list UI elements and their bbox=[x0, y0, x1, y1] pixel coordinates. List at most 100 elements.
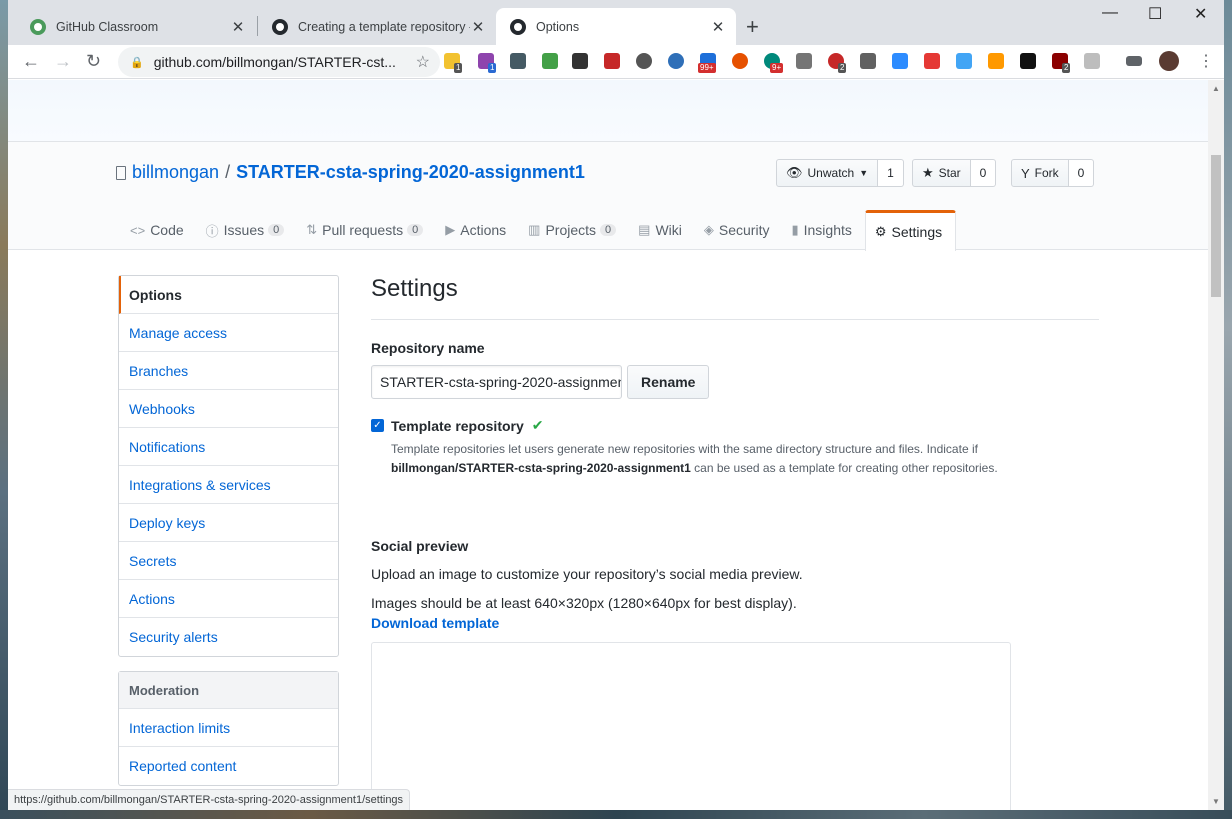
download-template-link[interactable]: Download template bbox=[371, 615, 1099, 631]
browser-tab-github-classroom[interactable]: GitHub Classroom ✕ bbox=[16, 8, 256, 45]
tab-code[interactable]: <> Code bbox=[121, 210, 197, 250]
tab-issues[interactable]: ⓘ Issues 0 bbox=[197, 210, 298, 250]
sidebar-item-options[interactable]: Options bbox=[119, 276, 338, 314]
extension-icon[interactable] bbox=[636, 53, 652, 69]
page-top-band bbox=[8, 80, 1208, 142]
close-tab-icon[interactable]: ✕ bbox=[230, 18, 246, 36]
reload-button[interactable]: ↻ bbox=[86, 51, 101, 72]
fork-button[interactable]: Y Fork bbox=[1011, 159, 1069, 187]
extension-icon[interactable] bbox=[924, 53, 940, 69]
sidebar-item-actions[interactable]: Actions bbox=[119, 580, 338, 618]
book-icon: ▤ bbox=[638, 222, 651, 237]
page-scrollbar[interactable]: ▲ ▼ bbox=[1208, 80, 1224, 810]
close-tab-icon[interactable]: ✕ bbox=[470, 18, 486, 36]
fork-group: Y Fork 0 bbox=[1011, 159, 1095, 187]
counter: 0 bbox=[600, 224, 617, 236]
star-button[interactable]: ★ Star bbox=[912, 159, 971, 187]
issue-icon: ⓘ bbox=[205, 223, 219, 239]
forward-button[interactable]: → bbox=[54, 51, 72, 72]
repo-name-link[interactable]: STARTER-csta-spring-2020-assignment1 bbox=[236, 162, 585, 183]
desktop-wallpaper-bottom bbox=[0, 810, 1232, 819]
tab-projects[interactable]: ▥ Projects 0 bbox=[519, 210, 629, 250]
tab-title: Options bbox=[536, 19, 580, 34]
rename-button[interactable]: Rename bbox=[627, 365, 710, 399]
maximize-button[interactable]: ☐ bbox=[1148, 4, 1162, 24]
tab-actions[interactable]: ▶ Actions bbox=[436, 210, 519, 250]
sidebar-item-notifications[interactable]: Notifications bbox=[119, 428, 338, 466]
scroll-up-arrow-icon[interactable]: ▲ bbox=[1212, 84, 1220, 93]
browser-window: GitHub Classroom ✕ Creating a template r… bbox=[8, 0, 1224, 810]
tab-label: Security bbox=[718, 222, 770, 238]
social-preview-dropzone[interactable] bbox=[371, 642, 1011, 810]
extension-icon[interactable] bbox=[572, 53, 588, 69]
scrollbar-thumb[interactable] bbox=[1211, 155, 1221, 297]
close-tab-icon[interactable]: ✕ bbox=[710, 18, 726, 36]
eye-icon: 👁 bbox=[786, 165, 803, 180]
sidebar-item-deploy-keys[interactable]: Deploy keys bbox=[119, 504, 338, 542]
check-icon: ✔ bbox=[531, 417, 544, 433]
tab-label: Pull requests bbox=[322, 222, 404, 238]
browser-tab-creating-template[interactable]: Creating a template repository - ✕ bbox=[258, 8, 496, 45]
tab-label: Actions bbox=[460, 222, 507, 238]
moderation-heading: Moderation bbox=[119, 672, 338, 709]
bookmark-star-icon[interactable]: ☆ bbox=[416, 52, 430, 72]
extension-icon[interactable] bbox=[988, 53, 1004, 69]
repo-owner-link[interactable]: billmongan bbox=[132, 162, 219, 183]
browser-tab-options[interactable]: Options ✕ bbox=[496, 8, 736, 45]
media-controls-icon[interactable] bbox=[1126, 56, 1142, 66]
extension-badge: 99+ bbox=[698, 63, 716, 73]
extension-icon[interactable] bbox=[542, 53, 558, 69]
tab-title: Creating a template repository - bbox=[298, 19, 470, 34]
sidebar-item-secrets[interactable]: Secrets bbox=[119, 542, 338, 580]
back-button[interactable]: ← bbox=[22, 51, 40, 72]
tab-security[interactable]: ◈ Security bbox=[695, 210, 783, 250]
extension-icon[interactable] bbox=[892, 53, 908, 69]
repo-name-input[interactable]: STARTER-csta-spring-2020-assignment1 bbox=[371, 365, 622, 399]
browser-toolbar: ← → ↻ 🔒 github.com/billmongan/STARTER-cs… bbox=[8, 45, 1224, 79]
star-count[interactable]: 0 bbox=[970, 159, 997, 187]
extension-icon[interactable] bbox=[1084, 53, 1100, 69]
extension-icon[interactable] bbox=[668, 53, 684, 69]
tab-insights[interactable]: ▮ Insights bbox=[782, 210, 864, 250]
sidebar-item-webhooks[interactable]: Webhooks bbox=[119, 390, 338, 428]
unwatch-button[interactable]: 👁 Unwatch ▼ bbox=[776, 159, 879, 187]
close-window-button[interactable]: ✕ bbox=[1194, 4, 1207, 24]
extension-icon[interactable] bbox=[510, 53, 526, 69]
link-status-bar: https://github.com/billmongan/STARTER-cs… bbox=[8, 789, 411, 810]
watch-count[interactable]: 1 bbox=[878, 159, 904, 187]
tab-strip: GitHub Classroom ✕ Creating a template r… bbox=[8, 0, 1224, 45]
sidebar-item-interaction-limits[interactable]: Interaction limits bbox=[119, 709, 338, 747]
lock-icon: 🔒 bbox=[130, 56, 144, 69]
extension-icon[interactable] bbox=[956, 53, 972, 69]
sidebar-item-integrations[interactable]: Integrations & services bbox=[119, 466, 338, 504]
template-repo-checkbox[interactable]: ✓ bbox=[371, 419, 384, 432]
extension-icon[interactable] bbox=[860, 53, 876, 69]
repo-nav: <> Code ⓘ Issues 0 ⇅ Pull requests 0 ▶ A… bbox=[121, 210, 957, 251]
browser-menu-icon[interactable]: ⋮ bbox=[1198, 51, 1214, 71]
sidebar-item-branches[interactable]: Branches bbox=[119, 352, 338, 390]
extension-icon[interactable] bbox=[796, 53, 812, 69]
tab-settings[interactable]: ⚙ Settings bbox=[864, 210, 957, 251]
sidebar-item-manage-access[interactable]: Manage access bbox=[119, 314, 338, 352]
extension-badge: 2 bbox=[838, 63, 847, 73]
sidebar-item-reported-content[interactable]: Reported content bbox=[119, 747, 338, 785]
play-icon: ▶ bbox=[445, 222, 456, 237]
address-bar[interactable]: 🔒 github.com/billmongan/STARTER-cst... ☆ bbox=[118, 47, 440, 77]
tab-pull-requests[interactable]: ⇅ Pull requests 0 bbox=[297, 210, 436, 250]
minimize-button[interactable]: — bbox=[1102, 4, 1118, 22]
url-text: github.com/billmongan/STARTER-cst... bbox=[153, 54, 396, 70]
sidebar-item-security-alerts[interactable]: Security alerts bbox=[119, 618, 338, 656]
graph-icon: ▮ bbox=[791, 222, 799, 237]
scroll-down-arrow-icon[interactable]: ▼ bbox=[1212, 797, 1220, 806]
watch-group: 👁 Unwatch ▼ 1 bbox=[776, 159, 904, 187]
fork-count[interactable]: 0 bbox=[1068, 159, 1095, 187]
profile-avatar[interactable] bbox=[1159, 51, 1179, 71]
new-tab-button[interactable]: + bbox=[746, 14, 759, 40]
extension-icon[interactable] bbox=[1020, 53, 1036, 69]
extension-icon[interactable] bbox=[604, 53, 620, 69]
extension-badge: 1 bbox=[488, 63, 497, 73]
tab-wiki[interactable]: ▤ Wiki bbox=[629, 210, 695, 250]
extension-icon[interactable] bbox=[732, 53, 748, 69]
desktop-wallpaper-right bbox=[1224, 0, 1232, 819]
code-icon: <> bbox=[130, 222, 146, 238]
